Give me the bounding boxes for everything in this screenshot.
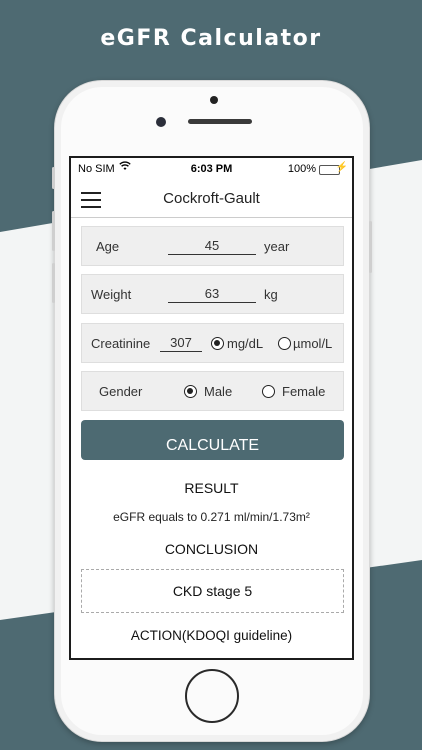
banner-title: eGFR Calculator — [100, 26, 322, 51]
conclusion-heading: CONCLUSION — [164, 541, 259, 557]
power-button — [369, 221, 372, 273]
charging-icon: ⚡ — [335, 162, 348, 173]
result-heading: RESULT — [184, 480, 239, 496]
unit-mg-label: mg/dL — [227, 336, 264, 351]
status-bar: No SIM 6:03 PM 100% ⚡ — [71, 158, 352, 182]
volume-up-button — [52, 211, 55, 251]
weight-input[interactable]: 63 — [168, 283, 256, 303]
age-row: Age 45 year — [81, 226, 344, 266]
front-camera — [156, 117, 166, 127]
weight-label: Weight — [91, 287, 132, 302]
creatinine-label: Creatinine — [91, 336, 151, 351]
app-screen: No SIM 6:03 PM 100% ⚡ Cockroft-Gault Age… — [69, 156, 354, 660]
volume-down-button — [52, 263, 55, 303]
action-heading: ACTION(KDOQI guideline) — [130, 628, 293, 643]
age-label: Age — [96, 239, 120, 254]
unit-umol-label: µmol/L — [293, 336, 333, 351]
mute-switch — [52, 167, 55, 189]
gender-label: Gender — [99, 384, 143, 399]
unit-umol-radio[interactable] — [278, 337, 291, 350]
battery-percent: 100% — [287, 163, 316, 175]
result-text: eGFR equals to 0.271 ml/min/1.73m² — [113, 510, 310, 524]
gender-row: Gender Male Female — [81, 371, 344, 411]
calculate-button[interactable]: CALCULATE — [81, 420, 344, 460]
weight-row: Weight 63 kg — [81, 274, 344, 314]
home-button[interactable] — [185, 669, 239, 723]
age-unit: year — [264, 239, 290, 254]
nav-bar: Cockroft-Gault — [71, 182, 352, 218]
ckd-stage-box: CKD stage 5 — [81, 569, 344, 613]
age-input[interactable]: 45 — [168, 235, 256, 255]
female-radio[interactable] — [262, 385, 275, 398]
sensor-dot — [210, 96, 218, 104]
creatinine-input[interactable]: 307 — [160, 332, 202, 352]
page-title: Cockroft-Gault — [163, 190, 260, 207]
unit-mg-radio[interactable] — [211, 337, 224, 350]
male-radio[interactable] — [184, 385, 197, 398]
creatinine-row: Creatinine 307 mg/dL µmol/L — [81, 323, 344, 363]
weight-unit: kg — [264, 287, 278, 302]
male-label: Male — [204, 384, 233, 399]
earpiece-speaker — [188, 119, 252, 124]
female-label: Female — [282, 384, 326, 399]
